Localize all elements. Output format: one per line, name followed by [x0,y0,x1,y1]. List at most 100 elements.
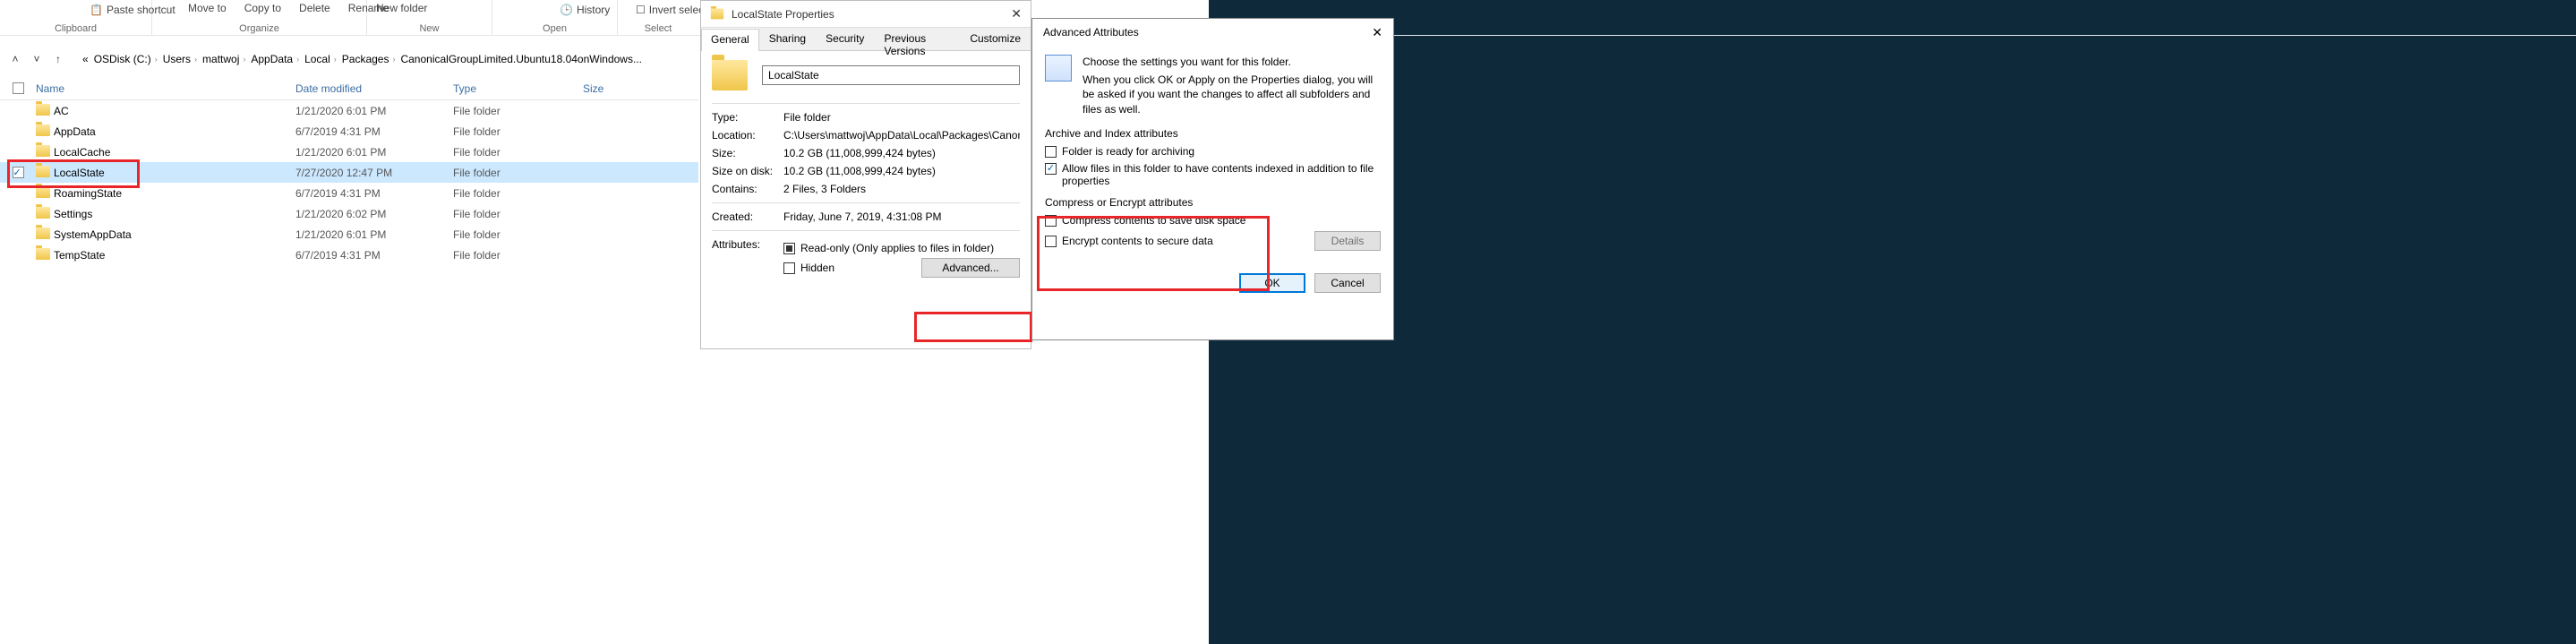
nav-fwd-icon[interactable]: ˅ [29,51,45,67]
tab-security[interactable]: Security [816,28,874,50]
ribbon-group-new: New [419,23,439,36]
compress-label: Compress contents to save disk space [1062,214,1245,227]
file-type: File folder [453,249,583,262]
paste-shortcut-label: Paste shortcut [107,4,175,16]
file-type: File folder [453,208,583,220]
folder-icon [36,207,50,219]
tab-previous-versions[interactable]: Previous Versions [874,28,960,50]
close-icon[interactable]: ✕ [1372,25,1382,40]
prop-sizeondisk-label: Size on disk: [712,165,783,177]
breadcrumb-item[interactable]: Packages› [342,53,396,65]
ribbon-group-clipboard: Clipboard [55,23,97,36]
archive-section-title: Archive and Index attributes [1045,127,1381,140]
breadcrumb-item[interactable]: CanonicalGroupLimited.Ubuntu18.04onWindo… [400,53,642,65]
breadcrumb-item[interactable]: AppData› [251,53,299,65]
file-name: SystemAppData [54,228,295,241]
tab-customize[interactable]: Customize [960,28,1031,50]
readonly-label: Read-only (Only applies to files in fold… [800,242,994,254]
advanced-intro-1: Choose the settings you want for this fo… [1083,55,1381,69]
chevron-right-icon: › [296,55,299,64]
prop-type-label: Type: [712,111,783,124]
prop-size-label: Size: [712,147,783,159]
file-type: File folder [453,187,583,200]
folder-icon [36,166,50,177]
file-date: 1/21/2020 6:02 PM [295,208,453,220]
invert-icon: ☐ [636,4,646,16]
move-to-button[interactable]: Move to [188,2,227,14]
file-row-selected[interactable]: LocalState7/27/2020 12:47 PMFile folder [0,162,698,183]
file-row[interactable]: SystemAppData1/21/2020 6:01 PMFile folde… [0,224,698,245]
file-name: AppData [54,125,295,138]
nav-up-icon[interactable]: ↑ [50,51,66,67]
cancel-button[interactable]: Cancel [1314,273,1381,293]
breadcrumb-item[interactable]: Users› [163,53,197,65]
folder-icon [36,104,50,116]
file-row[interactable]: LocalCache1/21/2020 6:01 PMFile folder [0,142,698,162]
advanced-titlebar[interactable]: Advanced Attributes ✕ [1032,19,1393,46]
delete-button[interactable]: Delete [299,2,330,14]
file-name: AC [54,105,295,117]
attributes-icon [1045,55,1072,82]
file-row[interactable]: AppData6/7/2019 4:31 PMFile folder [0,121,698,142]
readonly-checkbox[interactable] [783,243,795,254]
file-name: TempState [54,249,295,262]
folder-icon [36,228,50,239]
col-size-header[interactable]: Size [583,82,672,95]
history-icon: 🕒 [560,4,573,16]
details-button[interactable]: Details [1314,231,1381,251]
file-date: 1/21/2020 6:01 PM [295,228,453,241]
folder-icon [36,186,50,198]
advanced-intro-2: When you click OK or Apply on the Proper… [1083,73,1381,116]
close-icon[interactable]: ✕ [1011,6,1022,21]
compress-checkbox[interactable] [1045,215,1057,227]
folder-icon [36,145,50,157]
chevron-right-icon: › [194,55,197,64]
file-row[interactable]: RoamingState6/7/2019 4:31 PMFile folder [0,183,698,203]
row-checkbox[interactable] [13,167,24,178]
prop-created-value: Friday, June 7, 2019, 4:31:08 PM [783,210,1020,223]
file-type: File folder [453,146,583,159]
advanced-button[interactable]: Advanced... [921,258,1020,278]
archive-checkbox[interactable] [1045,146,1057,158]
tab-general[interactable]: General [701,29,759,51]
file-date: 7/27/2020 12:47 PM [295,167,453,179]
folder-name-input[interactable] [762,65,1020,85]
prop-size-value: 10.2 GB (11,008,999,424 bytes) [783,147,1020,159]
ribbon-group-open: Open [543,23,567,36]
breadcrumb-item[interactable]: OSDisk (C:)› [94,53,158,65]
tab-sharing[interactable]: Sharing [759,28,816,50]
file-row[interactable]: AC1/21/2020 6:01 PMFile folder [0,100,698,121]
col-date-header[interactable]: Date modified [295,82,453,95]
prop-attributes-label: Attributes: [712,238,783,281]
select-all-checkbox[interactable] [13,82,24,94]
copy-to-button[interactable]: Copy to [244,2,281,14]
encrypt-checkbox[interactable] [1045,236,1057,247]
properties-titlebar[interactable]: LocalState Properties ✕ [701,1,1031,28]
index-checkbox[interactable]: ✓ [1045,163,1057,175]
paste-shortcut-button[interactable]: 📋 Paste shortcut [90,4,175,16]
column-headers: Name Date modified Type Size [0,77,698,100]
chevron-right-icon: › [334,55,337,64]
background-area [1209,0,2576,644]
breadcrumb-item[interactable]: « [82,53,89,65]
col-type-header[interactable]: Type [453,82,583,95]
nav-back-icon[interactable]: ˄ [7,51,23,67]
prop-location-label: Location: [712,129,783,142]
file-name: RoamingState [54,187,295,200]
file-row[interactable]: TempState6/7/2019 4:31 PMFile folder [0,245,698,265]
new-folder-button[interactable]: New folder [376,2,427,14]
ribbon-group-organize: Organize [239,23,279,36]
history-button[interactable]: 🕒 History [560,4,610,16]
hidden-checkbox[interactable] [783,262,795,274]
breadcrumb-item[interactable]: mattwoj› [202,53,245,65]
file-list: AC1/21/2020 6:01 PMFile folder AppData6/… [0,100,698,265]
paste-icon: 📋 [90,4,103,16]
breadcrumb-item[interactable]: Local› [304,53,337,65]
archive-label: Folder is ready for archiving [1062,145,1194,158]
file-row[interactable]: Settings1/21/2020 6:02 PMFile folder [0,203,698,224]
file-date: 1/21/2020 6:01 PM [295,146,453,159]
col-name-header[interactable]: Name [36,82,295,95]
ok-button[interactable]: OK [1239,273,1305,293]
file-date: 6/7/2019 4:31 PM [295,249,453,262]
file-type: File folder [453,105,583,117]
